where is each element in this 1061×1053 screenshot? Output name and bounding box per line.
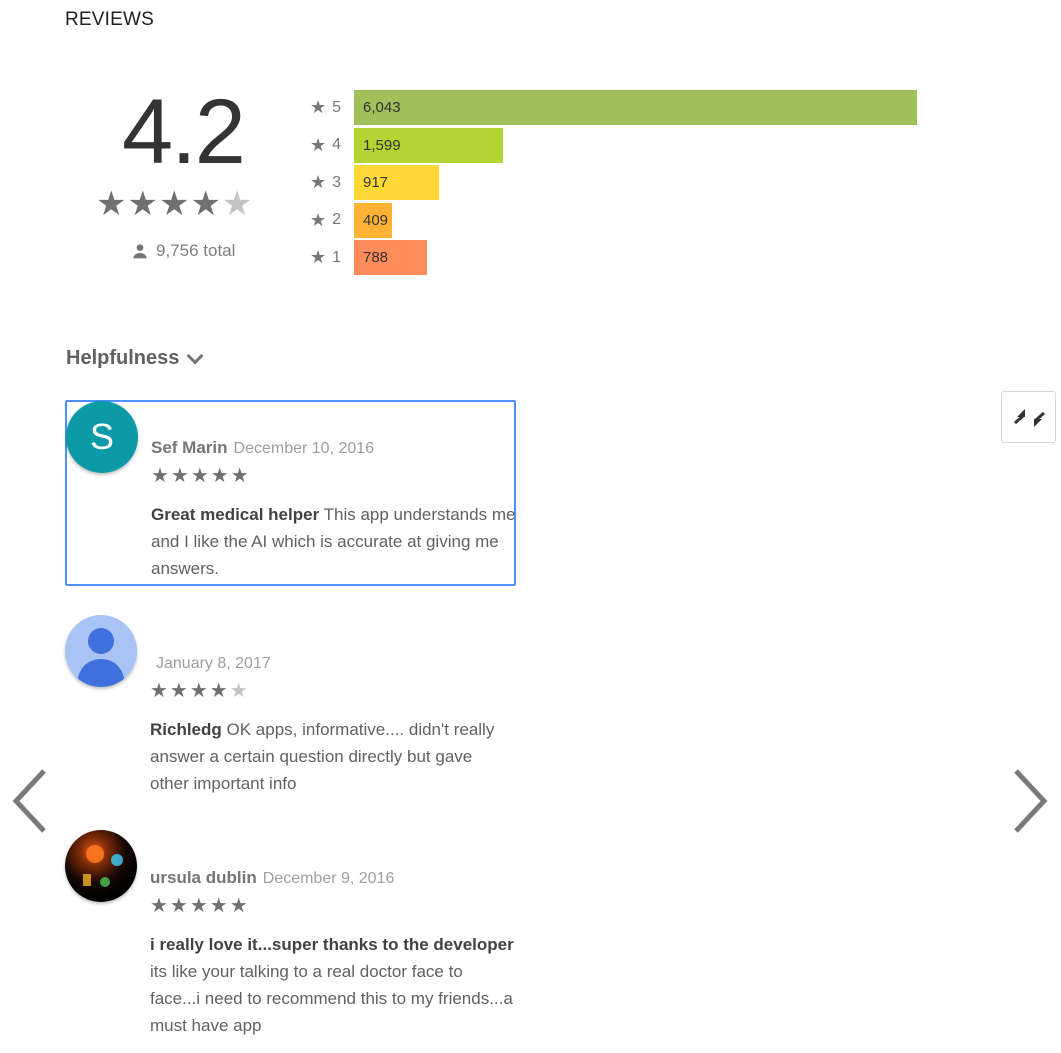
- star-icon: ★: [310, 97, 327, 117]
- review-text: Great medical helper This app understand…: [151, 501, 516, 582]
- total-ratings: 9,756 total: [132, 241, 235, 261]
- avatar-image: [83, 845, 123, 887]
- histogram-star-number: 2: [332, 211, 342, 228]
- histogram-star-label: ★ 3: [310, 172, 354, 193]
- chevron-left-icon[interactable]: [8, 767, 54, 835]
- histogram-bar: 1,599: [354, 127, 503, 163]
- star-icon: ★: [310, 134, 327, 155]
- histogram-star-label: ★ 4: [310, 135, 354, 156]
- histogram-bar: 788: [354, 240, 427, 275]
- review-stars: ★★★★★: [151, 465, 251, 487]
- review-date: January 8, 2017: [156, 655, 271, 672]
- average-stars: ★★★★★: [96, 185, 254, 223]
- star-icon: ★: [310, 247, 327, 267]
- total-ratings-label: 9,756 total: [156, 241, 236, 260]
- review-text: Richledg OK apps, informative.... didn't…: [150, 716, 515, 797]
- histogram-row: ★ 2 409: [310, 202, 950, 238]
- histogram-bar: 409: [354, 202, 392, 238]
- collapse-icon: [1014, 409, 1045, 427]
- default-user-icon: [77, 628, 125, 687]
- histogram-row: ★ 3 917: [310, 165, 950, 200]
- sort-dropdown[interactable]: Helpfulness: [66, 347, 204, 370]
- star-icon: ★: [310, 172, 327, 192]
- sort-label: Helpfulness: [66, 347, 180, 369]
- review-author[interactable]: Sef Marin: [151, 438, 228, 457]
- collapse-button[interactable]: [1001, 391, 1056, 443]
- histogram-star-number: 4: [332, 136, 342, 153]
- histogram-bar: 917: [354, 165, 439, 200]
- review-body: its like your talking to a real doctor f…: [150, 962, 513, 1035]
- person-icon: [133, 244, 147, 259]
- review-title: Richledg: [150, 720, 222, 739]
- histogram-count: 409: [363, 211, 389, 229]
- histogram-count: 1,599: [363, 136, 401, 154]
- review-text: i really love it...super thanks to the d…: [150, 931, 515, 1039]
- review-date: December 9, 2016: [262, 870, 395, 887]
- review-title: i really love it...super thanks to the d…: [150, 935, 514, 954]
- histogram-star-label: ★ 5: [310, 97, 354, 118]
- histogram-star-label: ★ 2: [310, 210, 354, 231]
- histogram-count: 788: [363, 249, 389, 266]
- review-stars: ★★★★★: [150, 680, 250, 702]
- rating-histogram: ★ 5 6,043 ★ 4 1,599 ★ 3 917 ★ 2 409 ★ 1 788: [310, 90, 950, 278]
- review-title: Great medical helper: [151, 505, 320, 524]
- avatar: [65, 830, 137, 902]
- review-date: December 10, 2016: [233, 440, 375, 457]
- review-card[interactable]: S Sef Marin December 10, 2016 ★★★★★ Great…: [65, 400, 516, 586]
- average-rating: 4.2: [122, 81, 246, 183]
- reviews-heading: REVIEWS: [65, 9, 155, 30]
- histogram-row: ★ 1 788: [310, 240, 950, 275]
- histogram-row: ★ 4 1,599: [310, 127, 950, 163]
- histogram-count: 917: [363, 174, 389, 191]
- chevron-right-icon[interactable]: [1006, 767, 1052, 835]
- avatar: S: [66, 401, 138, 473]
- review-stars: ★★★★★: [150, 895, 250, 917]
- review-card[interactable]: January 8, 2017 ★★★★★ Richledg OK apps, …: [65, 615, 516, 805]
- chevron-down-icon: [186, 347, 204, 364]
- histogram-star-number: 5: [332, 98, 342, 116]
- review-author[interactable]: ursula dublin: [150, 868, 257, 887]
- histogram-row: ★ 5 6,043: [310, 90, 950, 125]
- avatar: [65, 615, 137, 687]
- histogram-count: 6,043: [363, 99, 401, 116]
- histogram-star-number: 1: [332, 248, 342, 266]
- histogram-star-number: 3: [332, 173, 342, 191]
- review-card[interactable]: ursula dublin December 9, 2016 ★★★★★ i re…: [65, 830, 516, 1045]
- star-icon: ★: [310, 209, 327, 230]
- histogram-bar: 6,043: [354, 90, 917, 125]
- histogram-star-label: ★ 1: [310, 247, 354, 268]
- avatar-letter: S: [89, 416, 114, 457]
